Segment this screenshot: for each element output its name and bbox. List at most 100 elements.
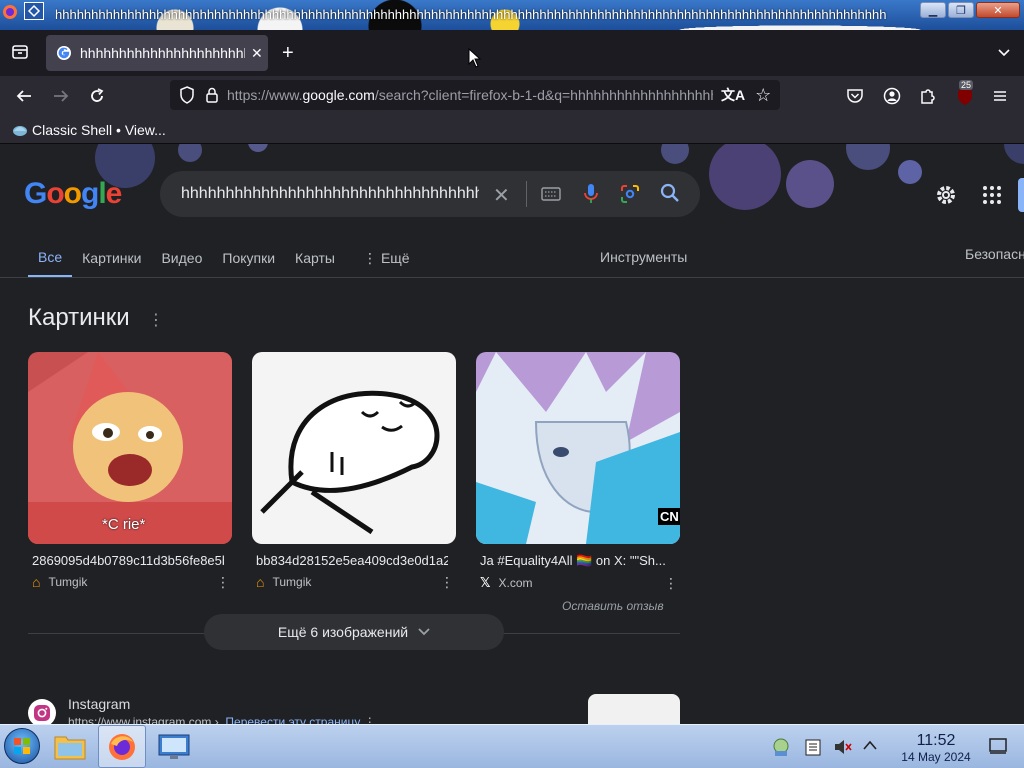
image-caption[interactable]: Ja #Equality4All 🏳️‍🌈 on X: ""Sh... xyxy=(476,553,672,569)
tab-shopping[interactable]: Покупки xyxy=(212,238,285,278)
safe-search-button[interactable]: Безопасный xyxy=(965,246,1024,262)
tab-google-search[interactable]: hhhhhhhhhhhhhhhhhhhhhhhh ✕ xyxy=(46,35,268,71)
url-bar[interactable]: https://www.google.com/search?client=fir… xyxy=(170,80,780,110)
settings-gear-icon[interactable] xyxy=(934,183,958,207)
restore-icon: ❐ xyxy=(956,4,966,17)
tab-maps[interactable]: Карты xyxy=(285,238,345,278)
result-site-name[interactable]: Instagram xyxy=(68,696,130,712)
image-thumbnail[interactable] xyxy=(252,352,456,544)
new-tab-button[interactable]: + xyxy=(282,42,294,65)
url-prefix: https://www. xyxy=(227,87,303,103)
feedback-link[interactable]: Оставить отзыв xyxy=(562,599,664,613)
sign-in-button[interactable] xyxy=(1018,178,1024,212)
firefox-icon xyxy=(2,4,18,20)
google-apps-icon[interactable] xyxy=(982,185,1002,205)
image-result-card[interactable]: bb834d28152e5ea409cd3e0d1a2f7e21.gif ⌂ T… xyxy=(252,352,456,590)
clipboard-tray-icon[interactable] xyxy=(805,738,821,756)
chevron-down-icon xyxy=(418,628,430,636)
tools-button[interactable]: Инструменты xyxy=(600,249,687,265)
taskbar-clock[interactable]: 11:52 14 May 2024 xyxy=(896,732,976,764)
tab-images[interactable]: Картинки xyxy=(72,238,151,278)
bookmark-star-icon[interactable]: ☆ xyxy=(755,85,771,106)
reload-icon[interactable] xyxy=(88,87,106,105)
images-section-title: Картинки xyxy=(28,304,130,331)
image-overlay-text: *C rie* xyxy=(102,516,146,533)
forward-icon[interactable] xyxy=(52,87,70,105)
voice-search-mic-icon[interactable] xyxy=(583,183,599,205)
result-options-icon[interactable]: ⋮ xyxy=(364,715,376,724)
search-icon[interactable] xyxy=(660,183,680,203)
clock-time: 11:52 xyxy=(916,732,956,749)
search-tabs: Все Картинки Видео Покупки Карты ⋮ Ещё xyxy=(28,238,420,278)
clear-search-icon[interactable]: ✕ xyxy=(493,183,510,208)
extensions-puzzle-icon[interactable] xyxy=(919,87,937,105)
image-result-card[interactable]: *C rie* 2869095d4b0789c11d3b56fe8e5bb8ab… xyxy=(28,352,232,590)
url-text[interactable]: https://www.google.com/search?client=fir… xyxy=(227,87,713,103)
pocket-icon[interactable] xyxy=(846,87,864,105)
image-source[interactable]: 𝕏 X.com ⋮ xyxy=(476,575,680,591)
url-path: /search?client=firefox-b-1-d&q=hhhhhhhhh… xyxy=(374,87,713,103)
keyboard-icon[interactable] xyxy=(541,187,561,201)
google-doodle-logo[interactable]: Google xyxy=(24,177,122,211)
translate-icon[interactable]: 文A xyxy=(721,85,745,105)
windows-logo-icon xyxy=(14,738,30,754)
tumgik-icon: ⌂ xyxy=(256,574,265,590)
tab-videos[interactable]: Видео xyxy=(151,238,212,278)
taskbar: 11:52 14 May 2024 xyxy=(0,724,1024,768)
list-all-tabs-icon[interactable] xyxy=(996,44,1012,60)
image-thumbnail[interactable]: *C rie* xyxy=(28,352,232,544)
instagram-favicon-icon[interactable] xyxy=(28,699,56,724)
bookmark-item[interactable]: Classic Shell • View... xyxy=(12,122,166,138)
taskbar-firefox-button[interactable] xyxy=(98,725,146,768)
tab-title: hhhhhhhhhhhhhhhhhhhhhhhh xyxy=(80,45,245,61)
network-tray-icon[interactable] xyxy=(772,737,790,757)
minimize-button[interactable]: ▁ xyxy=(920,2,946,18)
tracking-protection-shield-icon[interactable] xyxy=(179,86,195,104)
image-options-icon[interactable]: ⋮ xyxy=(664,575,678,592)
ublock-extension-icon[interactable]: 25 xyxy=(955,80,975,106)
start-button[interactable] xyxy=(4,728,40,764)
app-menu-icon[interactable] xyxy=(991,87,1009,105)
more-images-button[interactable]: Ещё 6 изображений xyxy=(204,614,504,650)
image-source[interactable]: ⌂ Tumgik ⋮ xyxy=(252,574,456,590)
window-title-bar[interactable]: hhhhhhhhhhhhhhhhhhhhhhhhhhhhhhhhhhhhhhhh… xyxy=(0,0,1024,30)
google-lens-icon[interactable] xyxy=(620,184,640,204)
firefox-view-icon[interactable] xyxy=(11,43,29,61)
window-menu-icon[interactable] xyxy=(24,2,44,20)
tabs-divider xyxy=(0,277,1024,278)
remote-desktop-icon[interactable] xyxy=(158,733,190,761)
close-icon: ✕ xyxy=(993,4,1003,17)
image-source[interactable]: ⌂ Tumgik ⋮ xyxy=(28,574,232,590)
image-caption[interactable]: bb834d28152e5ea409cd3e0d1a2f7e21.gif xyxy=(252,553,448,568)
search-input[interactable]: hhhhhhhhhhhhhhhhhhhhhhhhhhhhhhhhhhhhhhhh… xyxy=(181,185,479,203)
close-window-button[interactable]: ✕ xyxy=(976,2,1020,18)
show-hidden-icons-icon[interactable] xyxy=(862,739,878,751)
image-thumbnail[interactable]: CN xyxy=(476,352,680,544)
tab-all[interactable]: Все xyxy=(28,238,73,278)
result-url-text: https://www.instagram.com xyxy=(68,715,212,724)
image-caption[interactable]: 2869095d4b0789c11d3b56fe8e5bb8ab.gif xyxy=(28,553,224,568)
action-center-icon[interactable] xyxy=(988,737,1008,755)
back-icon[interactable] xyxy=(15,87,33,105)
close-tab-icon[interactable]: ✕ xyxy=(251,45,263,62)
file-explorer-icon[interactable] xyxy=(54,732,86,760)
translate-page-link[interactable]: Перевести эту страницу xyxy=(225,715,360,724)
google-results-page: Google hhhhhhhhhhhhhhhhhhhhhhhhhhhhhhhhh… xyxy=(0,144,1024,724)
volume-muted-icon[interactable] xyxy=(833,737,853,757)
result-url[interactable]: https://www.instagram.com › Перевести эт… xyxy=(68,715,376,724)
cartoon-network-logo: CN xyxy=(658,508,680,525)
restore-button[interactable]: ❐ xyxy=(948,2,974,18)
url-domain: google.com xyxy=(302,87,375,103)
mouse-cursor-icon xyxy=(468,48,482,68)
source-name: X.com xyxy=(498,576,533,590)
section-options-icon[interactable]: ⋮ xyxy=(148,310,164,330)
result-thumbnail[interactable] xyxy=(588,694,680,724)
tab-more[interactable]: ⋮ Ещё xyxy=(353,238,420,278)
image-options-icon[interactable]: ⋮ xyxy=(216,574,230,591)
image-options-icon[interactable]: ⋮ xyxy=(440,574,454,591)
padlock-icon[interactable] xyxy=(205,87,219,103)
search-box[interactable]: hhhhhhhhhhhhhhhhhhhhhhhhhhhhhhhhhhhhhhhh… xyxy=(160,171,700,217)
account-icon[interactable] xyxy=(883,87,901,105)
tab-more-label: Ещё xyxy=(380,250,410,266)
image-result-card[interactable]: CN Ja #Equality4All 🏳️‍🌈 on X: ""Sh... 𝕏… xyxy=(476,352,680,591)
